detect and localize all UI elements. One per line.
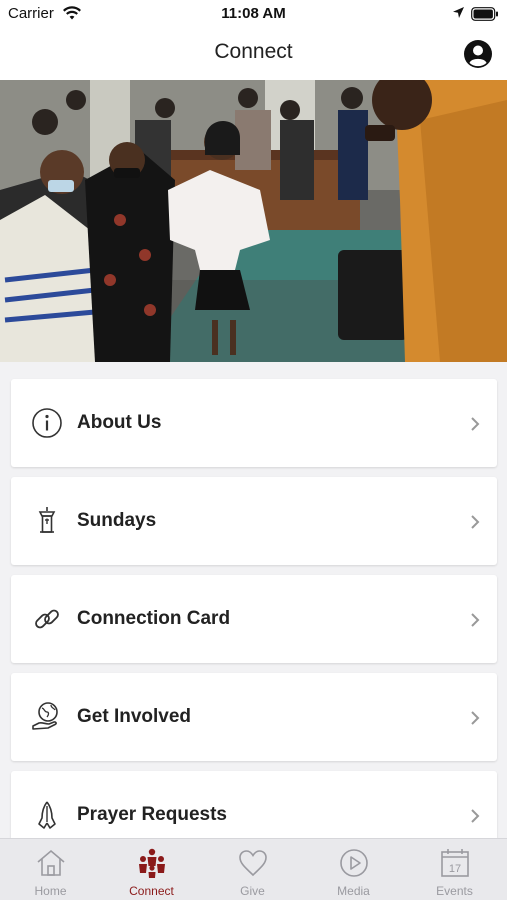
tab-home[interactable]: Home xyxy=(0,839,101,900)
link-icon xyxy=(30,602,64,636)
chevron-right-icon xyxy=(470,808,480,824)
tab-label: Home xyxy=(34,884,67,898)
status-bar: Carrier 11:08 AM xyxy=(0,0,507,28)
menu-item-prayer-requests[interactable]: Prayer Requests xyxy=(11,771,497,838)
menu-item-label: Get Involved xyxy=(77,706,192,727)
tab-connect[interactable]: Connect xyxy=(101,839,202,900)
battery-icon xyxy=(471,7,499,26)
page-title: Connect xyxy=(214,40,293,63)
menu-item-label: Sundays xyxy=(77,510,157,531)
status-time: 11:08 AM xyxy=(221,5,286,22)
tab-give[interactable]: Give xyxy=(202,839,303,900)
navigation-bar: Connect xyxy=(0,28,507,80)
menu-item-connection-card[interactable]: Connection Card xyxy=(11,575,497,663)
menu-item-sundays[interactable]: Sundays xyxy=(11,477,497,565)
menu-item-label: Connection Card xyxy=(77,608,231,629)
tab-label: Connect xyxy=(129,884,174,898)
profile-icon[interactable] xyxy=(463,39,493,69)
chevron-right-icon xyxy=(470,710,480,726)
globe-hand-icon xyxy=(30,700,64,734)
chevron-right-icon xyxy=(470,514,480,530)
tab-label: Events xyxy=(436,884,473,898)
play-icon xyxy=(338,847,370,879)
chevron-right-icon xyxy=(470,416,480,432)
home-icon xyxy=(35,847,67,879)
people-icon xyxy=(136,847,168,879)
pulpit-icon xyxy=(30,504,64,538)
praying-hands-icon xyxy=(30,798,64,832)
tab-events[interactable]: 17 Events xyxy=(404,839,505,900)
tab-label: Media xyxy=(337,884,370,898)
calendar-day-number: 17 xyxy=(449,863,461,875)
chevron-right-icon xyxy=(470,612,480,628)
menu-item-label: Prayer Requests xyxy=(77,804,227,825)
location-arrow-icon xyxy=(452,6,465,24)
calendar-icon: 17 xyxy=(439,847,471,879)
menu-item-get-involved[interactable]: Get Involved xyxy=(11,673,497,761)
menu-item-about-us[interactable]: About Us xyxy=(11,379,497,467)
tab-label: Give xyxy=(240,884,265,898)
info-icon xyxy=(30,406,64,440)
menu-item-label: About Us xyxy=(77,412,162,433)
tab-media[interactable]: Media xyxy=(303,839,404,900)
hero-photo xyxy=(0,80,507,362)
tab-bar: Home Connect Give Media 17 Events xyxy=(0,838,507,900)
heart-icon xyxy=(237,847,269,879)
